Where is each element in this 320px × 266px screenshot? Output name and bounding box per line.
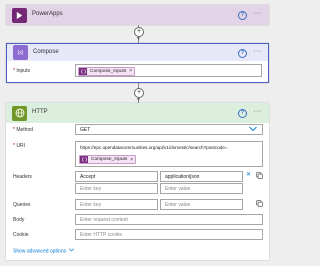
token-remove-button[interactable]: ×	[129, 68, 132, 74]
cookie-placeholder: Enter HTTP cookie	[80, 231, 123, 238]
header-value-value: application/json	[165, 173, 200, 180]
header-key-value: Accept	[80, 173, 96, 180]
headers-label: Headers	[13, 174, 32, 180]
text-mode-icon[interactable]	[256, 200, 263, 209]
powerapps-help-button[interactable]: ?	[238, 11, 247, 20]
delete-header-button[interactable]: ✕	[246, 172, 251, 178]
token-compose-icon	[80, 156, 88, 163]
query-value-field[interactable]: Enter value	[160, 199, 243, 210]
powerapps-title: PowerApps	[32, 11, 63, 17]
chevron-down-icon[interactable]	[249, 126, 257, 134]
required-mark: *	[13, 68, 15, 74]
compose-help-button[interactable]: ?	[238, 49, 247, 58]
show-advanced-options-link[interactable]: Show advanced options	[13, 248, 75, 254]
uri-value: https://epc.opendatacommunities.org/api/…	[80, 145, 228, 150]
key-placeholder: Enter key	[80, 185, 102, 192]
body-label: Body	[13, 217, 25, 223]
uri-label: * URI	[13, 143, 25, 149]
query-key-field[interactable]: Enter key	[75, 199, 158, 210]
http-more-button[interactable]: ···	[253, 108, 261, 115]
token-label: Compose_Inputs	[90, 68, 127, 74]
powerapps-icon	[12, 7, 27, 23]
powerapps-more-button[interactable]: ···	[253, 10, 261, 17]
header-value-field-empty[interactable]: Enter value	[160, 183, 243, 194]
http-header[interactable]: HTTP ? ···	[6, 103, 269, 123]
compose-more-button[interactable]: ···	[253, 48, 261, 55]
queries-label: Queries	[13, 202, 31, 208]
key-placeholder: Enter key	[80, 201, 102, 208]
compose-header[interactable]: {x} Compose ? ···	[7, 44, 268, 61]
text-mode-icon[interactable]	[256, 172, 263, 181]
uri-token[interactable]: Compose_Inputs ×	[79, 155, 137, 164]
header-value-field[interactable]: application/json	[160, 171, 243, 182]
http-help-button[interactable]: ?	[238, 109, 247, 118]
compose-card[interactable]: {x} Compose ? ··· * Inputs Compose_Input…	[6, 43, 269, 83]
value-placeholder: Enter value	[165, 201, 191, 208]
method-value: GET	[80, 126, 91, 133]
http-card[interactable]: HTTP ? ··· * Method GET * URI https://ep…	[6, 103, 269, 260]
powerapps-header[interactable]: PowerApps ? ···	[6, 5, 269, 25]
token-compose-icon	[79, 67, 87, 75]
globe-icon	[12, 105, 27, 121]
cookie-field[interactable]: Enter HTTP cookie	[75, 229, 263, 240]
compose-inputs-label: * Inputs	[13, 68, 30, 74]
required-mark: *	[13, 143, 15, 149]
token-label: Compose_Inputs	[91, 157, 128, 162]
chevron-down-icon	[69, 248, 75, 254]
body-placeholder: Enter request content	[80, 216, 128, 223]
header-key-field[interactable]: Accept	[75, 171, 158, 182]
token-remove-button[interactable]: ×	[130, 157, 133, 163]
curly-braces-icon: {x}	[13, 45, 28, 60]
method-label: * Method	[13, 127, 34, 133]
header-key-field-empty[interactable]: Enter key	[75, 183, 158, 194]
connector-arrow-1: ▼	[136, 36, 141, 42]
required-mark: *	[13, 127, 15, 133]
value-placeholder: Enter value	[165, 185, 191, 192]
body-field[interactable]: Enter request content	[75, 214, 263, 225]
compose-inputs-token[interactable]: Compose_Inputs ×	[78, 66, 136, 76]
http-title: HTTP	[32, 109, 48, 115]
compose-title: Compose	[33, 49, 59, 55]
powerapps-card[interactable]: PowerApps ? ···	[6, 5, 269, 25]
cookie-label: Cookie	[13, 232, 29, 238]
compose-inputs-field[interactable]: Compose_Inputs ×	[75, 64, 262, 77]
method-select[interactable]: GET	[75, 124, 263, 135]
uri-field[interactable]: https://epc.opendatacommunities.org/api/…	[75, 141, 263, 167]
